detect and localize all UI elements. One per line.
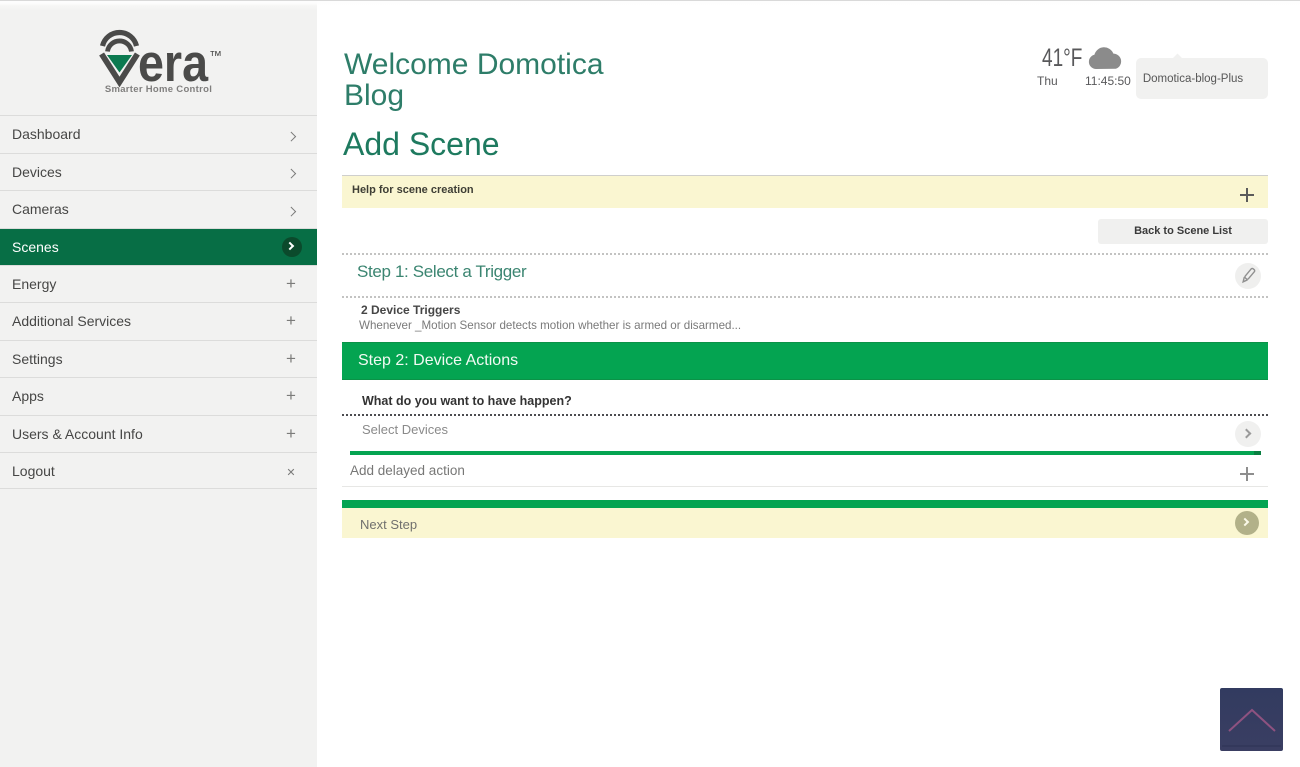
svg-text:™: ™	[209, 48, 222, 63]
